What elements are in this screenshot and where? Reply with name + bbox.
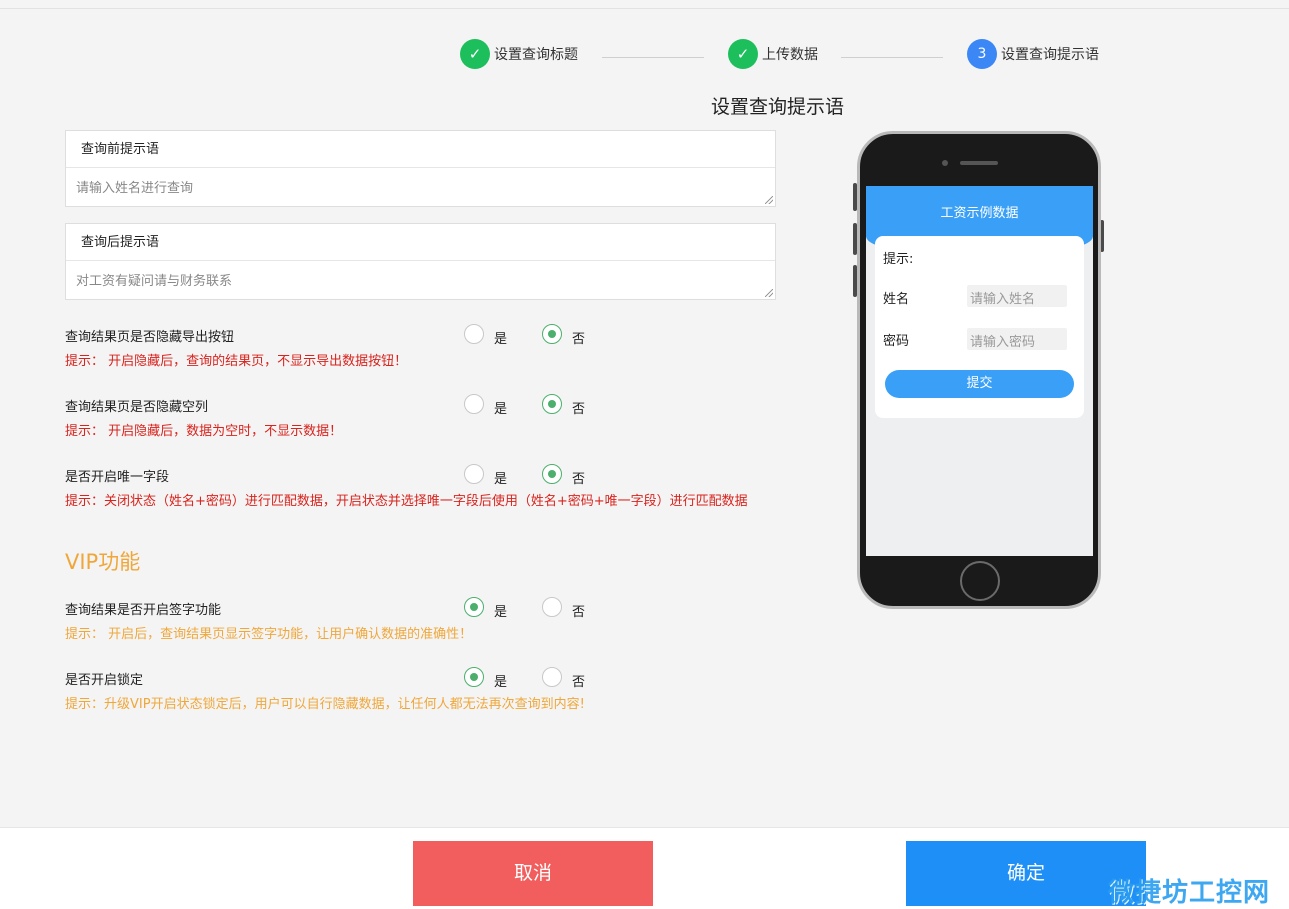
lock-no-radio[interactable] [542,667,562,687]
radio-no-text: 否 [572,402,586,417]
hide-empty-label: 查询结果页是否隐藏空列 [65,400,209,415]
after-tip-label: 查询后提示语 [66,224,775,261]
preview-name-label: 姓名 [883,292,910,307]
step-connector [602,57,704,58]
step-connector [841,57,943,58]
radio-yes-text: 是 [494,605,508,620]
hide-empty-no-radio[interactable] [542,394,562,414]
lock-label: 是否开启锁定 [65,673,144,688]
speaker-icon [960,161,998,165]
step-label: 设置查询提示语 [1001,47,1099,63]
signature-label: 查询结果是否开启签字功能 [65,603,222,618]
cancel-button[interactable]: 取消 [413,841,653,906]
resize-handle-icon[interactable] [765,289,773,297]
preview-name-input[interactable]: 请输入姓名 [967,285,1067,307]
preview-password-input[interactable]: 请输入密码 [967,328,1067,350]
before-tip-textarea[interactable]: 请输入姓名进行查询 [66,168,775,206]
step-label: 上传数据 [762,47,818,63]
before-tip-placeholder: 请输入姓名进行查询 [76,181,194,196]
preview-password-label: 密码 [883,334,910,349]
phone-preview: 工资示例数据 提示: 姓名 请输入姓名 密码 请输入密码 提交 [857,131,1101,609]
hide-export-label: 查询结果页是否隐藏导出按钮 [65,330,235,345]
radio-yes-text: 是 [494,472,508,487]
lock-yes-radio[interactable] [464,667,484,687]
hide-export-yes-radio[interactable] [464,324,484,344]
check-icon: ✓ [460,39,490,69]
check-icon: ✓ [728,39,758,69]
preview-card: 提示: 姓名 请输入姓名 密码 请输入密码 提交 [875,236,1084,418]
footer-bar: 取消 确定 微捷坊工控网 [0,827,1289,909]
after-tip-placeholder: 对工资有疑问请与财务联系 [76,274,233,289]
before-tip-box: 查询前提示语 请输入姓名进行查询 [65,130,776,207]
watermark-logo: 微捷坊工控网 [1108,878,1271,908]
radio-no-text: 否 [572,675,586,690]
signature-yes-radio[interactable] [464,597,484,617]
hide-empty-yes-radio[interactable] [464,394,484,414]
radio-yes-text: 是 [494,675,508,690]
unique-field-no-radio[interactable] [542,464,562,484]
step-number: 3 [967,39,997,69]
unique-field-hint: 提示：关闭状态（姓名+密码）进行匹配数据，开启状态并选择唯一字段后使用（姓名+密… [65,494,748,509]
top-divider [0,8,1289,9]
hide-empty-hint: 提示： 开启隐藏后，数据为空时，不显示数据！ [65,424,343,439]
resize-handle-icon[interactable] [765,196,773,204]
signature-no-radio[interactable] [542,597,562,617]
step-3: 3 设置查询提示语 [967,38,1099,70]
radio-no-text: 否 [572,605,586,620]
radio-no-text: 否 [572,332,586,347]
unique-field-label: 是否开启唯一字段 [65,470,170,485]
radio-no-text: 否 [572,472,586,487]
preview-tip-label: 提示: [883,252,914,267]
page-title: 设置查询提示语 [711,96,845,118]
signature-hint: 提示： 开启后，查询结果页显示签字功能，让用户确认数据的准确性！ [65,627,473,642]
step-label: 设置查询标题 [494,47,578,63]
hide-export-no-radio[interactable] [542,324,562,344]
phone-screen: 工资示例数据 提示: 姓名 请输入姓名 密码 请输入密码 提交 [866,186,1093,556]
vip-section-title: VIP功能 [65,550,141,574]
before-tip-label: 查询前提示语 [66,131,775,168]
step-1: ✓ 设置查询标题 [460,38,578,70]
radio-yes-text: 是 [494,332,508,347]
home-button-icon [960,561,1000,601]
radio-yes-text: 是 [494,402,508,417]
preview-submit-button[interactable]: 提交 [885,370,1074,398]
hide-export-hint: 提示： 开启隐藏后，查询的结果页，不显示导出数据按钮！ [65,354,408,369]
after-tip-textarea[interactable]: 对工资有疑问请与财务联系 [66,261,775,299]
unique-field-yes-radio[interactable] [464,464,484,484]
step-2: ✓ 上传数据 [728,38,818,70]
after-tip-box: 查询后提示语 对工资有疑问请与财务联系 [65,223,776,300]
lock-hint: 提示：升级VIP开启状态锁定后，用户可以自行隐藏数据，让任何人都无法再次查询到内… [65,697,585,712]
camera-icon [942,160,948,166]
